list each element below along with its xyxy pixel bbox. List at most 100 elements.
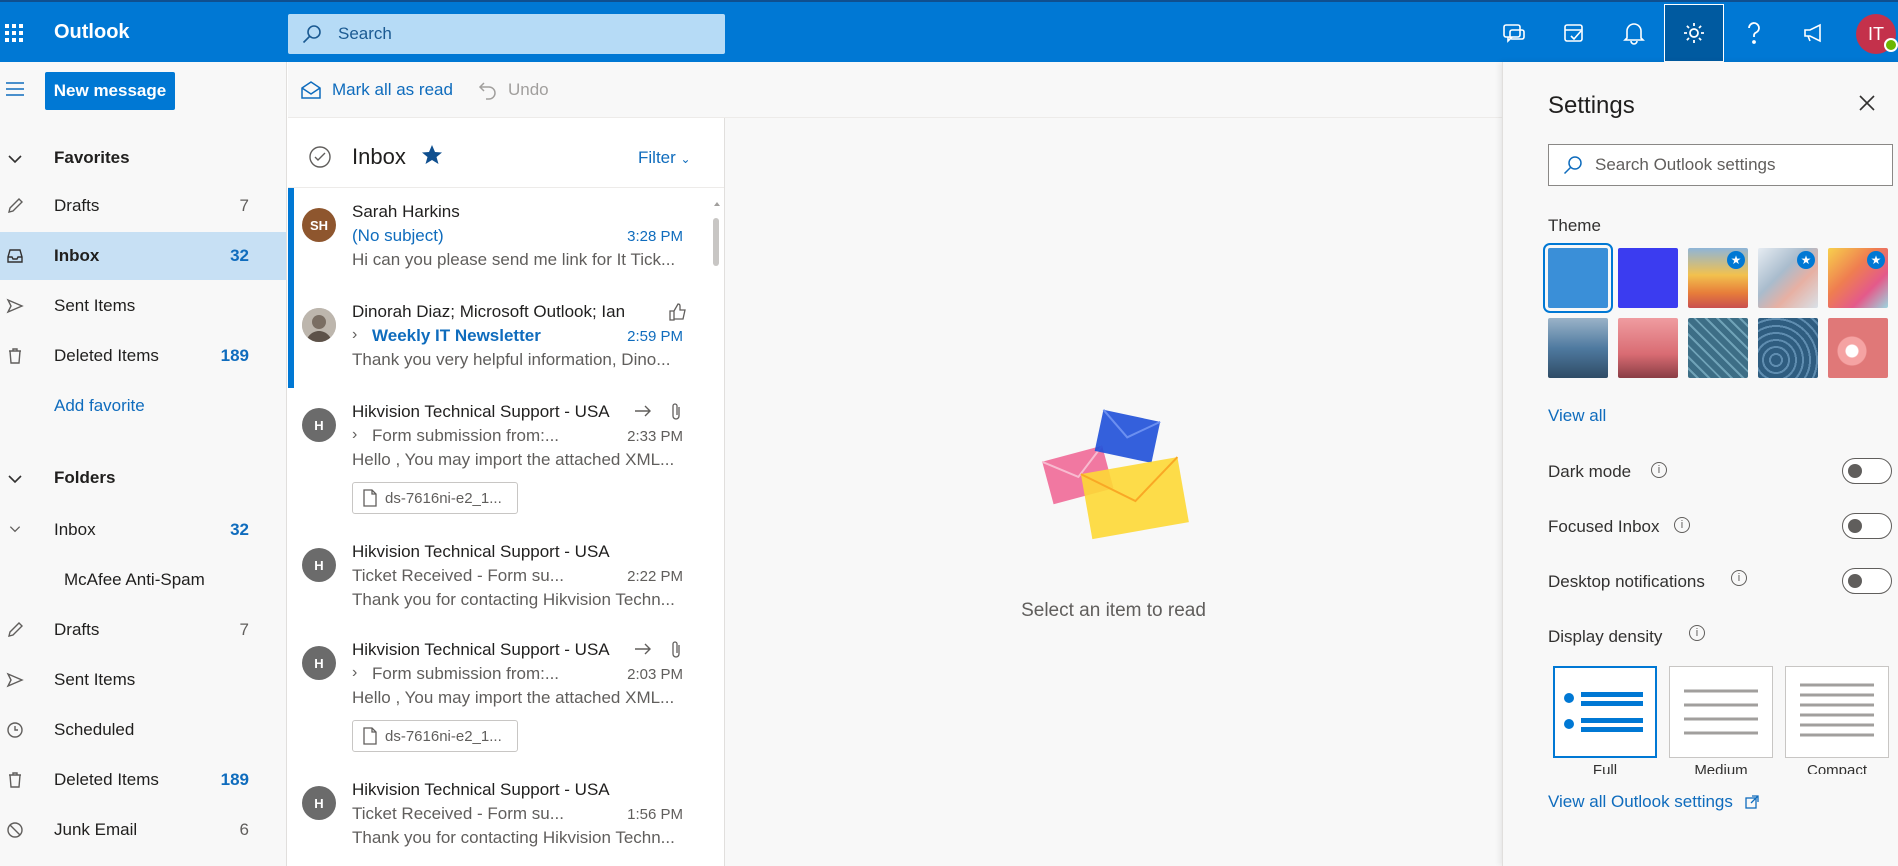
- folder-pane: New message Favorites Drafts 7 Inbox 32 …: [0, 62, 287, 866]
- skype-chat-icon[interactable]: [1484, 4, 1544, 62]
- command-bar: Mark all as read Undo: [288, 62, 1502, 118]
- info-icon[interactable]: i: [1651, 462, 1667, 478]
- favorites-label: Favorites: [54, 148, 130, 167]
- message-time: 2:03 PM: [627, 666, 683, 683]
- folder-item-junk[interactable]: Junk Email 6: [0, 806, 286, 854]
- view-all-settings-label: View all Outlook settings: [1548, 792, 1733, 811]
- theme-tile-blue[interactable]: [1543, 243, 1613, 313]
- message-item[interactable]: H Hikvision Technical Support - USA Tick…: [288, 528, 724, 628]
- search-box[interactable]: Search: [288, 14, 725, 54]
- message-item[interactable]: H Hikvision Technical Support - USA › Fo…: [288, 388, 724, 528]
- gear-icon[interactable]: [1664, 4, 1724, 62]
- app-launcher-icon[interactable]: [0, 16, 28, 50]
- focused-inbox-label: Focused Inbox: [1548, 517, 1660, 536]
- mark-all-read-button[interactable]: Mark all as read: [300, 80, 453, 100]
- my-day-icon[interactable]: [1544, 4, 1604, 62]
- message-subject: (No subject): [352, 226, 444, 245]
- theme-tile-vortex[interactable]: [1758, 318, 1818, 378]
- theme-label: Theme: [1548, 216, 1601, 235]
- theme-tile-ocean[interactable]: [1548, 318, 1608, 378]
- message-row-icons: [633, 402, 683, 422]
- theme-tile-indigo[interactable]: [1618, 248, 1678, 308]
- message-list-scrollbar[interactable]: [713, 198, 721, 858]
- theme-tile-cells[interactable]: [1828, 318, 1888, 378]
- dark-mode-label: Dark mode: [1548, 462, 1632, 481]
- attachment-chip[interactable]: ds-7616ni-e2_1...: [352, 720, 518, 752]
- attachment-chip[interactable]: ds-7616ni-e2_1...: [352, 482, 518, 514]
- folder-item-sent[interactable]: Sent Items: [0, 656, 286, 704]
- attachment-name: ds-7616ni-e2_1...: [385, 727, 502, 745]
- folder-item-inbox[interactable]: Inbox 32: [0, 506, 286, 554]
- desktop-notifications-toggle[interactable]: [1842, 568, 1892, 594]
- density-option-compact[interactable]: [1785, 666, 1889, 758]
- chevron-right-icon[interactable]: ›: [352, 426, 357, 444]
- folders-header[interactable]: Folders: [0, 454, 286, 502]
- sender-avatar: H: [302, 408, 336, 442]
- folder-item-deleted[interactable]: Deleted Items 189: [0, 756, 286, 804]
- message-sender: Hikvision Technical Support - USA: [352, 640, 610, 659]
- message-time: 1:56 PM: [627, 806, 683, 823]
- info-icon[interactable]: i: [1689, 625, 1705, 641]
- display-density-label: Display density: [1548, 627, 1663, 646]
- theme-tile-abstract[interactable]: ★: [1758, 248, 1818, 308]
- theme-tile-circuit[interactable]: [1688, 318, 1748, 378]
- focused-inbox-toggle[interactable]: [1842, 513, 1892, 539]
- empty-reading-text: Select an item to read: [1021, 600, 1206, 621]
- sender-avatar: SH: [302, 208, 336, 242]
- help-icon[interactable]: [1724, 4, 1784, 62]
- theme-tile-sunset[interactable]: ★: [1688, 248, 1748, 308]
- favorite-item-deleted[interactable]: Deleted Items 189: [0, 332, 286, 380]
- message-item[interactable]: H Hikvision Technical Support - USA Tick…: [288, 766, 724, 866]
- bell-icon[interactable]: [1604, 4, 1664, 62]
- user-avatar[interactable]: IT: [1856, 14, 1898, 54]
- favorites-header[interactable]: Favorites: [0, 134, 286, 182]
- feedback-icon[interactable]: [1784, 4, 1844, 62]
- add-favorite-link[interactable]: Add favorite: [0, 382, 286, 430]
- settings-search-input[interactable]: Search Outlook settings: [1548, 144, 1893, 186]
- new-message-button[interactable]: New message: [45, 72, 175, 110]
- chevron-down-icon: [9, 526, 21, 533]
- nav-label: Scheduled: [54, 720, 135, 739]
- view-all-themes-link[interactable]: View all: [1548, 406, 1606, 426]
- undo-button[interactable]: Undo: [478, 80, 549, 100]
- chevron-right-icon[interactable]: ›: [352, 326, 357, 344]
- hamburger-menu-icon[interactable]: [4, 80, 28, 100]
- close-icon[interactable]: [1858, 94, 1876, 112]
- folder-item-scheduled[interactable]: Scheduled: [0, 706, 286, 754]
- folder-item-mcafee[interactable]: McAfee Anti-Spam: [0, 556, 286, 604]
- send-icon: [6, 672, 24, 688]
- premium-star-icon: ★: [1797, 251, 1815, 269]
- message-item[interactable]: Dinorah Diaz; Microsoft Outlook; Ian › W…: [288, 288, 724, 388]
- density-option-full[interactable]: [1553, 666, 1657, 758]
- favorite-item-sent[interactable]: Sent Items: [0, 282, 286, 330]
- chevron-right-icon[interactable]: ›: [352, 664, 357, 682]
- theme-tile-palms[interactable]: [1618, 318, 1678, 378]
- message-item[interactable]: H Hikvision Technical Support - USA › Fo…: [288, 626, 724, 766]
- view-all-settings-link[interactable]: View all Outlook settings: [1548, 792, 1759, 812]
- density-option-medium[interactable]: [1669, 666, 1773, 758]
- app-title[interactable]: Outlook: [54, 21, 130, 44]
- message-preview: Hi can you please send me link for It Ti…: [352, 250, 676, 269]
- info-icon[interactable]: i: [1731, 570, 1747, 586]
- nav-label: Sent Items: [54, 670, 136, 689]
- info-icon[interactable]: i: [1674, 517, 1690, 533]
- select-all-circle-icon[interactable]: [308, 145, 332, 169]
- folder-item-drafts[interactable]: Drafts 7: [0, 606, 286, 654]
- block-icon: [7, 822, 23, 838]
- message-subject: Form submission from:...: [372, 426, 560, 445]
- message-item[interactable]: SH Sarah Harkins (No subject) 3:28 PM Hi…: [288, 188, 724, 288]
- favorite-item-inbox[interactable]: Inbox 32: [0, 232, 286, 280]
- theme-tile-colorful[interactable]: ★: [1828, 248, 1888, 308]
- message-subject: Ticket Received - Form su...: [352, 566, 564, 585]
- dark-mode-toggle[interactable]: [1842, 458, 1892, 484]
- nav-count: 189: [220, 346, 249, 365]
- message-time: 2:59 PM: [627, 328, 683, 345]
- message-list-header: Inbox Filter ⌄: [288, 118, 724, 188]
- scrollbar-thumb[interactable]: [713, 218, 719, 266]
- filter-button[interactable]: Filter ⌄: [638, 148, 691, 168]
- message-preview: Thank you for contacting Hikvision Techn…: [352, 590, 675, 609]
- favorite-star-icon[interactable]: [421, 144, 443, 166]
- like-icon[interactable]: [668, 302, 688, 322]
- favorite-item-drafts[interactable]: Drafts 7: [0, 182, 286, 230]
- avatar-initials: IT: [1868, 23, 1884, 44]
